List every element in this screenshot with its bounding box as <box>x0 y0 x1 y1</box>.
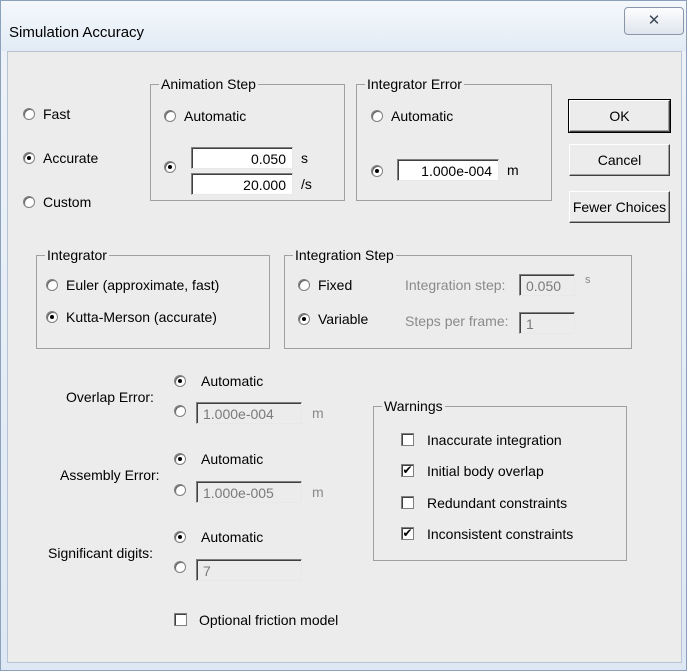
inaccurate-integration-checkbox[interactable] <box>401 433 414 446</box>
integration-variable-radio[interactable] <box>298 313 310 325</box>
radio-accurate[interactable] <box>23 152 35 164</box>
overlap-error-input[interactable]: 1.000e-004 <box>196 402 302 424</box>
integration-variable-label: Variable <box>318 311 369 327</box>
warnings-legend: Warnings <box>382 398 445 414</box>
integrator-kutta-radio[interactable] <box>46 311 58 323</box>
radio-custom-label: Custom <box>43 194 92 210</box>
title-bar: Simulation Accuracy ✕ <box>1 1 686 51</box>
redundant-constraints-checkbox[interactable] <box>401 496 414 509</box>
initial-body-overlap-label: Initial body overlap <box>427 463 544 479</box>
ok-button[interactable]: OK <box>568 99 671 133</box>
assembly-error-label: Assembly Error: <box>60 467 160 483</box>
assembly-error-unit: m <box>312 484 324 500</box>
animation-step-legend: Animation Step <box>159 76 258 92</box>
check-icon: ✔ <box>402 526 413 540</box>
integrator-error-input[interactable]: 1.000e-004 <box>397 159 499 181</box>
animation-step-input[interactable]: 0.050 <box>191 147 293 169</box>
assembly-automatic-radio[interactable] <box>174 453 186 465</box>
warnings-group: Warnings Inaccurate integration ✔ Initia… <box>373 398 627 561</box>
significant-digits-label: Significant digits: <box>48 545 154 561</box>
integrator-legend: Integrator <box>45 247 109 263</box>
steps-per-frame-label: Steps per frame: <box>405 313 509 329</box>
integrator-error-automatic-radio[interactable] <box>371 110 383 122</box>
animation-automatic-label: Automatic <box>184 108 247 124</box>
integration-fixed-radio[interactable] <box>298 279 310 291</box>
animation-custom-radio[interactable] <box>164 161 176 173</box>
integrator-error-automatic-label: Automatic <box>391 108 454 124</box>
overlap-error-label: Overlap Error: <box>66 389 154 405</box>
radio-custom[interactable] <box>23 196 35 208</box>
integrator-group: Integrator Euler (approximate, fast) Kut… <box>36 247 270 349</box>
assembly-automatic-label: Automatic <box>201 451 264 467</box>
close-icon: ✕ <box>647 12 661 29</box>
digits-custom-radio[interactable] <box>174 561 186 573</box>
integrator-kutta-label: Kutta-Merson (accurate) <box>66 309 217 325</box>
integration-step-legend: Integration Step <box>293 247 396 263</box>
integration-step-unit: s <box>585 274 591 286</box>
inaccurate-integration-label: Inaccurate integration <box>427 432 562 448</box>
integrator-error-legend: Integrator Error <box>365 76 464 92</box>
assembly-custom-radio[interactable] <box>174 484 186 496</box>
radio-fast[interactable] <box>23 108 35 120</box>
overlap-error-unit: m <box>312 405 324 421</box>
dialog-title: Simulation Accuracy <box>9 24 145 41</box>
fewer-choices-button[interactable]: Fewer Choices <box>569 191 670 223</box>
redundant-constraints-label: Redundant constraints <box>427 495 568 511</box>
inconsistent-constraints-checkbox[interactable]: ✔ <box>401 527 414 540</box>
overlap-automatic-label: Automatic <box>201 373 264 389</box>
radio-fast-label: Fast <box>43 106 71 122</box>
integrator-error-group: Integrator Error Automatic 1.000e-004 m <box>356 76 552 201</box>
simulation-accuracy-dialog: Simulation Accuracy ✕ Fast Accurate Cust… <box>0 0 687 671</box>
close-button[interactable]: ✕ <box>624 7 684 35</box>
integrator-euler-label: Euler (approximate, fast) <box>66 277 220 293</box>
animation-automatic-radio[interactable] <box>164 110 176 122</box>
significant-digits-input[interactable]: 7 <box>196 559 302 581</box>
integration-step-input[interactable]: 0.050 <box>519 274 575 296</box>
animation-step-unit: s <box>301 150 308 166</box>
animation-rate-input[interactable]: 20.000 <box>191 173 293 195</box>
animation-step-group: Animation Step Automatic 0.050 s 20.000 … <box>150 76 345 201</box>
inconsistent-constraints-label: Inconsistent constraints <box>427 526 574 542</box>
integration-step-label: Integration step: <box>405 277 506 293</box>
integration-fixed-label: Fixed <box>318 277 353 293</box>
integrator-euler-radio[interactable] <box>46 279 58 291</box>
cancel-button[interactable]: Cancel <box>569 144 670 176</box>
assembly-error-input[interactable]: 1.000e-005 <box>196 481 302 503</box>
friction-model-checkbox[interactable] <box>174 613 187 626</box>
animation-rate-unit: /s <box>301 176 312 192</box>
dialog-body: Fast Accurate Custom Animation Step Auto… <box>7 51 682 663</box>
overlap-automatic-radio[interactable] <box>174 375 186 387</box>
steps-per-frame-input[interactable]: 1 <box>519 312 575 334</box>
integrator-error-custom-radio[interactable] <box>371 165 383 177</box>
integrator-error-unit: m <box>507 162 519 178</box>
digits-automatic-radio[interactable] <box>174 531 186 543</box>
radio-accurate-label: Accurate <box>43 150 99 166</box>
check-icon: ✔ <box>402 463 413 477</box>
overlap-custom-radio[interactable] <box>174 405 186 417</box>
integration-step-group: Integration Step Fixed Variable Integrat… <box>284 247 632 349</box>
friction-model-label: Optional friction model <box>199 612 339 628</box>
initial-body-overlap-checkbox[interactable]: ✔ <box>401 464 414 477</box>
digits-automatic-label: Automatic <box>201 529 264 545</box>
